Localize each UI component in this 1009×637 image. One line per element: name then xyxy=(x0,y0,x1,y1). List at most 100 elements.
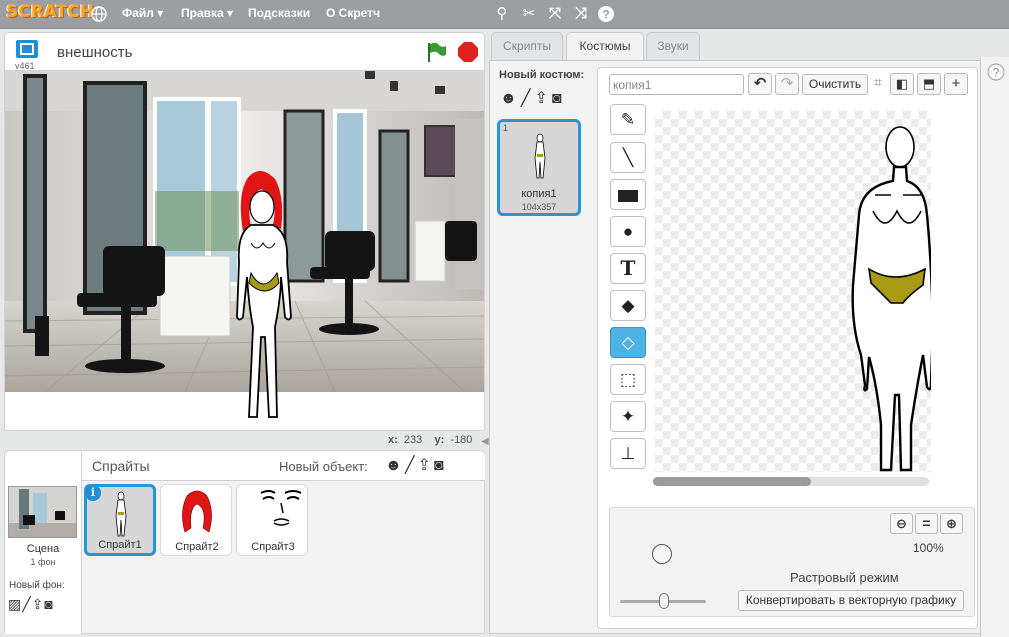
ellipse-tool-icon[interactable]: ● xyxy=(610,216,646,247)
paint-sprite-icon[interactable]: ╱ xyxy=(405,457,418,474)
undo-icon[interactable]: ↶ xyxy=(748,73,772,95)
brush-size-preview xyxy=(652,544,672,564)
stage-sprite-figure[interactable] xyxy=(229,167,299,427)
zoom-out-icon[interactable]: ⊖ xyxy=(890,513,913,534)
sprite2-thumbnail xyxy=(182,490,212,533)
svg-text:?: ? xyxy=(602,8,609,22)
camera-sprite-icon[interactable]: ◙ xyxy=(434,457,447,474)
x-label: x: xyxy=(388,434,398,446)
zoom-level: 100% xyxy=(913,541,944,555)
menu-bar: SCRATCH Файл ▾ Правка ▾ Подсказки О Скре… xyxy=(0,0,1009,29)
paint-backdrop-icon[interactable]: ╱ xyxy=(22,596,31,612)
bitmap-mode-label: Растровый режим xyxy=(790,570,899,585)
scene-column: Сцена 1 фон Новый фон: ▨╱⇪◙ xyxy=(5,451,82,634)
menu-edit[interactable]: Правка ▾ xyxy=(181,6,233,20)
zoom-in-icon[interactable]: ⊕ xyxy=(940,513,963,534)
costume-name: копия1 xyxy=(521,188,557,200)
help-tips-icon[interactable]: ? xyxy=(987,63,1005,81)
scene-label: Сцена xyxy=(26,543,60,555)
menu-tips[interactable]: Подсказки xyxy=(248,6,310,20)
costume-index: 1 xyxy=(503,123,509,133)
zoom-reset-icon[interactable]: = xyxy=(915,513,938,534)
crop-icon[interactable]: ⌗ xyxy=(866,74,890,95)
costume-thumbnail xyxy=(534,133,546,179)
scene-backdrops-count: 1 фон xyxy=(30,557,56,567)
convert-to-vector-button[interactable]: Конвертировать в векторную графику xyxy=(738,590,964,611)
sprite-library-icon[interactable]: ☻ xyxy=(385,457,405,474)
sprite-name: Спрайт1 xyxy=(98,539,142,551)
mouse-coordinates: x: 233 y: -180 xyxy=(388,434,472,446)
scene-thumbnail[interactable] xyxy=(8,486,77,538)
tab-costumes[interactable]: Костюмы xyxy=(566,32,644,61)
help-strip: ? xyxy=(980,57,1009,637)
brush-tool-icon[interactable]: ✎ xyxy=(610,104,646,135)
y-value: -180 xyxy=(450,434,473,446)
camera-backdrop-icon[interactable]: ◙ xyxy=(44,596,53,612)
y-label: y: xyxy=(434,434,445,446)
menu-about[interactable]: О Скретч xyxy=(326,6,380,20)
stage-size-toggle-icon[interactable]: ◀ xyxy=(481,436,489,448)
canvas-horizontal-scrollbar[interactable] xyxy=(653,477,929,486)
redo-icon[interactable]: ↷ xyxy=(775,73,799,95)
canvas-figure-drawing xyxy=(851,126,931,472)
sprites-panel: Сцена 1 фон Новый фон: ▨╱⇪◙ Спрайты Новы… xyxy=(4,450,485,634)
globe-icon[interactable] xyxy=(91,6,107,22)
sprite-name: Спрайт2 xyxy=(175,541,219,553)
project-title[interactable]: внешность xyxy=(57,44,132,61)
sprite3-thumbnail xyxy=(260,490,302,526)
editor-settings-box: ⊖ = ⊕ 100% Растровый режим Конвертироват… xyxy=(609,507,975,617)
upload-costume-icon[interactable]: ⇪ xyxy=(534,90,551,107)
sprite1-thumbnail xyxy=(115,491,127,537)
paint-costume-icon[interactable]: ╱ xyxy=(521,90,535,107)
shrink-icon[interactable]: ⤨ xyxy=(571,4,591,24)
tab-scripts[interactable]: Скрипты xyxy=(491,32,563,60)
sprite-tile-3[interactable]: Спрайт3 xyxy=(236,484,308,556)
rectangle-tool-icon[interactable] xyxy=(610,179,646,210)
help-icon[interactable]: ? xyxy=(597,5,615,23)
backdrop-library-icon[interactable]: ▨ xyxy=(8,596,22,612)
scrollbar-thumb[interactable] xyxy=(653,477,811,486)
sprite-name: Спрайт3 xyxy=(251,541,295,553)
set-center-icon[interactable]: + xyxy=(944,73,968,95)
sprites-title: Спрайты xyxy=(92,458,150,474)
sprite-tile-2[interactable]: Спрайт2 xyxy=(160,484,232,556)
upload-backdrop-icon[interactable]: ⇪ xyxy=(32,596,45,612)
new-costume-label: Новый костюм: xyxy=(499,69,585,81)
costume-size: 104x357 xyxy=(521,202,557,212)
brush-size-slider-thumb[interactable] xyxy=(659,593,669,609)
new-object-label: Новый объект: xyxy=(279,459,368,474)
flip-horizontal-icon[interactable]: ◧ xyxy=(890,73,914,95)
costume-library-icon[interactable]: ☻ xyxy=(500,90,521,107)
scratch-logo[interactable]: SCRATCH xyxy=(6,2,94,24)
new-backdrop-label: Новый фон: xyxy=(9,580,65,591)
camera-costume-icon[interactable]: ◙ xyxy=(552,90,566,107)
clear-button[interactable]: Очистить xyxy=(802,74,868,95)
sprite-info-icon[interactable]: i xyxy=(85,485,101,501)
stage-header: v461 внешность xyxy=(4,32,485,71)
sprites-header: Спрайты Новый объект: ☻╱⇪◙ xyxy=(82,451,485,481)
remove-background-tool-icon[interactable]: ✦ xyxy=(610,401,646,432)
stamp-duplicate-icon[interactable]: ⚲ xyxy=(492,4,512,24)
x-value: 233 xyxy=(403,434,423,446)
stop-icon[interactable] xyxy=(457,41,479,63)
select-tool-icon[interactable]: ⬚ xyxy=(610,364,646,395)
costume-name-input[interactable] xyxy=(609,74,744,95)
text-tool-icon[interactable]: T xyxy=(610,253,646,284)
fill-tool-icon[interactable]: ◆ xyxy=(610,290,646,321)
flip-vertical-icon[interactable]: ⬒ xyxy=(917,73,941,95)
green-flag-icon[interactable] xyxy=(425,41,447,63)
presentation-mode-icon[interactable] xyxy=(15,39,39,59)
cut-delete-icon[interactable]: ✂ xyxy=(519,4,539,24)
tab-sounds[interactable]: Звуки xyxy=(646,32,700,60)
line-tool-icon[interactable]: ╲ xyxy=(610,142,646,173)
sprite-tile-1[interactable]: i Спрайт1 xyxy=(84,484,156,556)
svg-text:?: ? xyxy=(993,66,1000,80)
paint-canvas[interactable] xyxy=(655,111,931,472)
costume-tile-1[interactable]: 1 копия1 104x357 xyxy=(497,119,581,216)
stage[interactable] xyxy=(4,70,485,431)
grow-icon[interactable]: ⤧ xyxy=(545,4,565,24)
stamp-tool-icon[interactable]: ⊥ xyxy=(610,438,646,469)
upload-sprite-icon[interactable]: ⇪ xyxy=(417,457,433,474)
menu-file[interactable]: Файл ▾ xyxy=(122,6,163,20)
eraser-tool-icon[interactable]: ◇ xyxy=(610,327,646,358)
